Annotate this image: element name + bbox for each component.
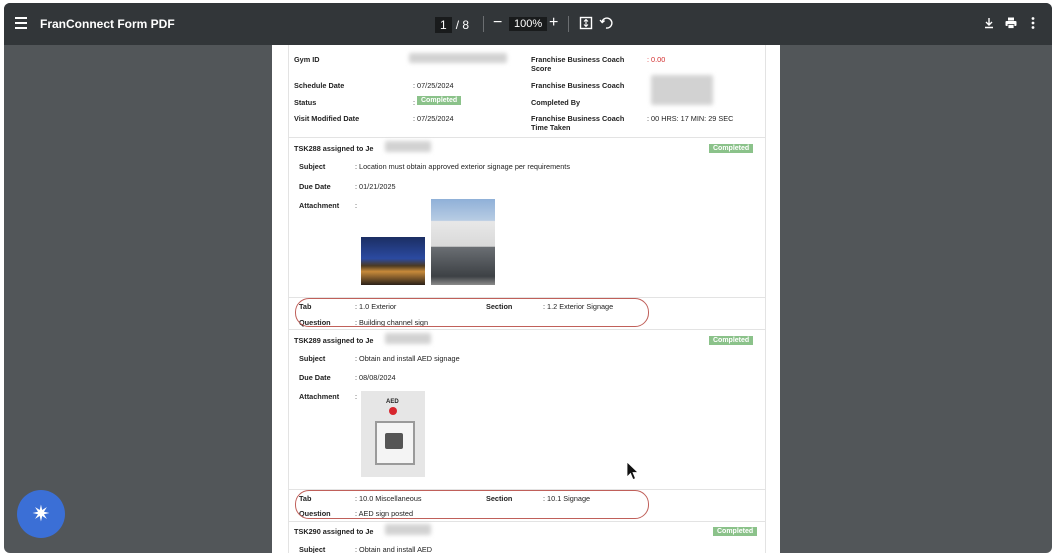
document-title: FranConnect Form PDF — [40, 17, 175, 31]
subject-label: Subject — [299, 354, 326, 363]
mouse-cursor-icon — [626, 461, 639, 481]
schedule-date-value: : 07/25/2024 — [413, 81, 454, 90]
task-status-badge: Completed — [713, 527, 758, 536]
due-date-label: Due Date — [299, 182, 331, 191]
aed-sign-text: AED — [386, 399, 399, 405]
report-content: Gym ID Franchise Business Coach Score : … — [288, 45, 766, 553]
print-icon[interactable] — [1004, 16, 1018, 30]
pdf-toolbar: FranConnect Form PDF 1/ 8 − 100% + — [4, 3, 1052, 45]
task-id: TSK290 assigned to Je — [294, 527, 374, 536]
more-options-icon[interactable] — [1026, 16, 1040, 30]
download-icon[interactable] — [982, 16, 996, 30]
task-status-badge: Completed — [709, 336, 754, 345]
due-date-value: : 01/21/2025 — [355, 182, 396, 191]
redacted-gym-id — [409, 53, 507, 63]
attachment-label: Attachment — [299, 201, 340, 210]
subject-label: Subject — [299, 162, 326, 171]
divider — [289, 137, 765, 138]
coach-label: Franchise Business Coach — [531, 81, 625, 90]
visit-modified-value: : 07/25/2024 — [413, 114, 454, 123]
zoom-in-button[interactable]: + — [549, 14, 558, 32]
redacted-coach — [651, 75, 713, 105]
task-id: TSK289 assigned to Je — [294, 336, 374, 345]
coach-score-label-2: Score — [531, 64, 552, 73]
attachment-photo-storefront-night[interactable] — [361, 237, 425, 285]
zoom-level[interactable]: 100% — [509, 17, 548, 31]
attachment-label: Attachment — [299, 392, 340, 401]
page-total: / 8 — [455, 18, 470, 32]
time-taken-value: : 00 HRS: 17 MIN: 29 SEC — [647, 114, 734, 123]
assistant-fab-button[interactable]: ✷ — [17, 490, 65, 538]
zoom-out-button[interactable]: − — [493, 14, 502, 32]
aed-heart-icon — [389, 407, 397, 415]
completed-by-label: Completed By — [531, 98, 581, 107]
status-colon: : — [413, 98, 416, 107]
pdf-viewer: FranConnect Form PDF 1/ 8 − 100% + Gym I… — [4, 3, 1052, 553]
due-date-value: : 08/08/2024 — [355, 373, 396, 382]
attachment-photo-storefront-day[interactable] — [431, 199, 495, 285]
time-taken-label: Franchise Business Coach — [531, 114, 625, 123]
rotate-icon[interactable] — [599, 16, 613, 30]
task-id: TSK288 assigned to Je — [294, 144, 374, 153]
pdf-page: Gym ID Franchise Business Coach Score : … — [272, 45, 780, 553]
schedule-date-label: Schedule Date — [294, 81, 345, 90]
attachment-colon: : — [355, 201, 358, 210]
subject-value: : Obtain and install AED — [355, 545, 433, 553]
toolbar-divider — [483, 16, 484, 32]
highlight-oval — [295, 490, 649, 519]
aed-cabinet — [375, 421, 415, 465]
fit-page-icon[interactable] — [579, 16, 593, 30]
subject-value: : Location must obtain approved exterior… — [355, 162, 570, 171]
attachment-colon: : — [355, 392, 358, 401]
subject-label: Subject — [299, 545, 326, 553]
status-badge: Completed — [417, 96, 462, 105]
toolbar-divider — [568, 16, 569, 32]
subject-value: : Obtain and install AED signage — [355, 354, 460, 363]
task-status-badge: Completed — [709, 144, 754, 153]
divider — [289, 329, 765, 330]
status-label: Status — [294, 98, 317, 107]
time-taken-label-2: Time Taken — [531, 123, 571, 132]
gym-id-label: Gym ID — [294, 55, 320, 64]
redacted-assignee — [385, 524, 431, 535]
redacted-assignee — [385, 141, 431, 152]
redacted-assignee — [385, 333, 431, 344]
due-date-label: Due Date — [299, 373, 331, 382]
highlight-oval — [295, 298, 649, 327]
visit-modified-label: Visit Modified Date — [294, 114, 360, 123]
page-indicator: 1/ 8 — [435, 17, 469, 33]
attachment-photo-aed-cabinet[interactable]: AED — [361, 391, 425, 477]
divider — [289, 521, 765, 522]
coach-score-label: Franchise Business Coach — [531, 55, 625, 64]
coach-score-value: : 0.00 — [647, 55, 666, 64]
page-number-input[interactable]: 1 — [435, 17, 452, 33]
menu-icon[interactable] — [12, 14, 30, 32]
